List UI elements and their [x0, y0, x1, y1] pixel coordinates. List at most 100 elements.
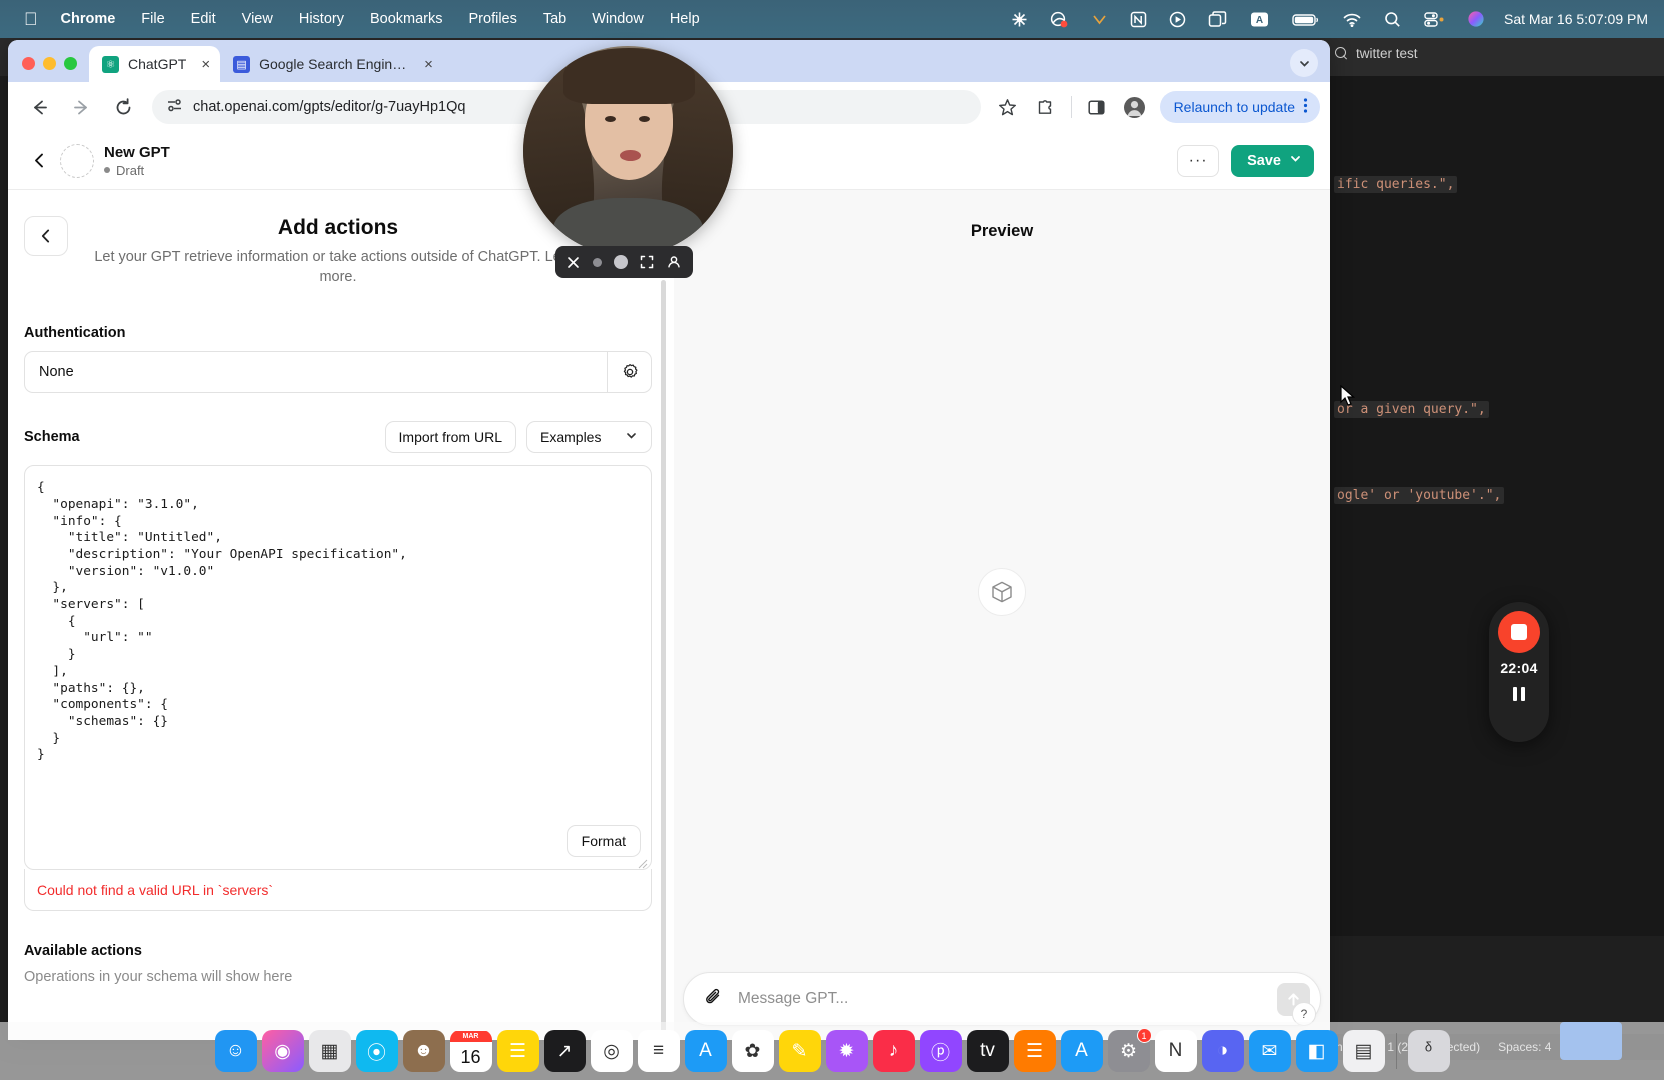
message-input[interactable]: Message GPT...	[738, 990, 1263, 1008]
tab-google-serp[interactable]: ▤ Google Search Engine Results ×	[220, 46, 443, 82]
dock-item-calendar[interactable]: MAR 16	[449, 1030, 492, 1072]
asterisk-icon[interactable]	[1000, 11, 1039, 28]
dock-item-notes[interactable]: ☰	[496, 1030, 539, 1072]
notion-icon[interactable]	[1119, 11, 1158, 28]
dock-item-vscode[interactable]: ◧	[1295, 1030, 1338, 1072]
authentication-field[interactable]: None	[24, 351, 652, 394]
dock-item-preview[interactable]: ▤	[1342, 1030, 1385, 1072]
stop-recording-button[interactable]	[1498, 611, 1540, 653]
menu-item-edit[interactable]: Edit	[178, 11, 229, 27]
battery-icon[interactable]	[1281, 11, 1331, 28]
side-panel-icon[interactable]	[1081, 91, 1113, 123]
chrome-icon: ◎	[603, 1040, 620, 1062]
small-dot-icon[interactable]	[592, 257, 602, 267]
dock-item-finder[interactable]: ☺	[214, 1030, 257, 1072]
relaunch-to-update-button[interactable]: Relaunch to update	[1159, 91, 1320, 123]
dock-item-appletv[interactable]: tv	[966, 1030, 1009, 1072]
more-options-button[interactable]: ···	[1177, 144, 1220, 177]
pause-bar	[1513, 687, 1517, 701]
menu-item-tab[interactable]: Tab	[530, 11, 579, 27]
close-window-button[interactable]	[22, 57, 35, 70]
dock-item-books[interactable]: ☰	[1013, 1030, 1056, 1072]
schema-code-text[interactable]: { "openapi": "3.1.0", "info": { "title":…	[25, 466, 651, 764]
dock-item-launchpad[interactable]: ▦	[308, 1030, 351, 1072]
menu-item-view[interactable]: View	[229, 11, 286, 27]
dock-item-settings[interactable]: ⚙ 1	[1107, 1028, 1152, 1072]
dock-item-siri[interactable]: ◉	[261, 1030, 304, 1072]
dock-item-photos[interactable]: ✿	[731, 1030, 774, 1072]
message-composer[interactable]: Message GPT...	[683, 972, 1321, 1026]
back-arrow-icon[interactable]	[22, 90, 56, 124]
person-icon[interactable]	[667, 255, 681, 269]
menu-item-window[interactable]: Window	[579, 11, 657, 27]
menu-item-file[interactable]: File	[128, 11, 177, 27]
cleanshot-icon[interactable]	[1039, 11, 1080, 28]
tab-chatgpt[interactable]: ⚛ ChatGPT ×	[89, 46, 221, 82]
save-button[interactable]: Save	[1231, 144, 1314, 177]
apple-logo-icon[interactable]: 	[14, 10, 48, 28]
dock-item-freeform[interactable]: ✎	[778, 1030, 821, 1072]
dock-item-appstore-alt[interactable]: A	[684, 1030, 727, 1072]
pane-scrollbar[interactable]	[661, 280, 666, 1040]
reload-icon[interactable]	[106, 90, 140, 124]
forward-arrow-icon[interactable]	[64, 90, 98, 124]
settings-icon: ⚙	[1119, 1040, 1138, 1062]
control-center-icon[interactable]	[1412, 11, 1456, 28]
site-settings-icon[interactable]	[166, 97, 183, 118]
search-icon[interactable]	[1373, 11, 1412, 28]
dock-item-trash[interactable]: ᵟ	[1407, 1030, 1450, 1072]
fullscreen-icon[interactable]	[640, 255, 654, 269]
webcam-bubble[interactable]	[523, 46, 733, 256]
chevron-down-icon[interactable]	[1290, 49, 1318, 77]
yelp-icon[interactable]	[1080, 11, 1119, 28]
resize-handle[interactable]	[638, 856, 648, 869]
keyboard-a-icon[interactable]: A	[1238, 11, 1281, 28]
format-button[interactable]: Format	[566, 825, 641, 858]
screen-recorder-widget[interactable]: 22:04	[1489, 602, 1549, 742]
profile-avatar[interactable]	[1119, 91, 1151, 123]
star-icon[interactable]	[992, 91, 1024, 123]
dock-item-reminders[interactable]: ≡	[637, 1030, 680, 1072]
kebab-menu-icon[interactable]	[1303, 97, 1308, 117]
paperclip-icon[interactable]	[704, 987, 724, 1012]
dock-item-music[interactable]: ♪	[872, 1030, 915, 1072]
menu-item-help[interactable]: Help	[657, 11, 713, 27]
import-from-url-button[interactable]: Import from URL	[384, 421, 516, 454]
chevron-left-icon[interactable]	[24, 146, 54, 176]
close-icon[interactable]: ×	[418, 57, 433, 72]
wifi-icon[interactable]	[1331, 11, 1373, 28]
dock-item-notion[interactable]: N	[1154, 1030, 1197, 1072]
play-circle-icon[interactable]	[1158, 11, 1197, 28]
minimize-window-button[interactable]	[43, 57, 56, 70]
dock-item-stocks[interactable]: ↗	[543, 1030, 586, 1072]
menu-item-chrome[interactable]: Chrome	[48, 11, 129, 27]
dock-item-discord[interactable]: ◑	[1201, 1030, 1244, 1072]
dock-item-appstore[interactable]: A	[1060, 1030, 1103, 1072]
examples-dropdown[interactable]: Examples	[526, 421, 652, 454]
maximize-window-button[interactable]	[64, 57, 77, 70]
close-icon[interactable]	[567, 256, 580, 269]
menu-item-history[interactable]: History	[286, 11, 357, 27]
dock-item-iphoto[interactable]: ✹	[825, 1030, 868, 1072]
menu-item-bookmarks[interactable]: Bookmarks	[357, 11, 456, 27]
pause-recording-button[interactable]	[1513, 687, 1525, 701]
puzzle-piece-icon[interactable]	[1030, 91, 1062, 123]
vscode-editor[interactable]: ific queries.", or a given query.", ogle…	[1330, 76, 1664, 936]
menubar-clock[interactable]: Sat Mar 16 5:07:09 PM	[1496, 11, 1652, 27]
close-icon[interactable]: ×	[195, 57, 210, 72]
dock-item-safari[interactable]: ⦿	[355, 1030, 398, 1072]
dock-item-mail[interactable]: ✉	[1248, 1030, 1291, 1072]
dock-item-contacts[interactable]: ☻	[402, 1030, 445, 1072]
chevron-down-icon[interactable]	[1289, 152, 1302, 169]
siri-icon[interactable]	[1456, 10, 1496, 28]
dock-item-chrome[interactable]: ◎	[590, 1030, 633, 1072]
menu-item-profiles[interactable]: Profiles	[456, 11, 530, 27]
gear-icon[interactable]	[607, 352, 651, 393]
vscode-search-box[interactable]: twitter test	[1335, 46, 1418, 61]
dock-item-podcasts[interactable]: ⓟ	[919, 1030, 962, 1072]
windows-icon[interactable]	[1197, 10, 1238, 28]
schema-editor[interactable]: { "openapi": "3.1.0", "info": { "title":…	[24, 465, 652, 871]
gpt-avatar-placeholder[interactable]	[60, 143, 94, 178]
back-to-configure-button[interactable]	[24, 216, 68, 256]
large-dot-icon[interactable]	[613, 255, 628, 269]
